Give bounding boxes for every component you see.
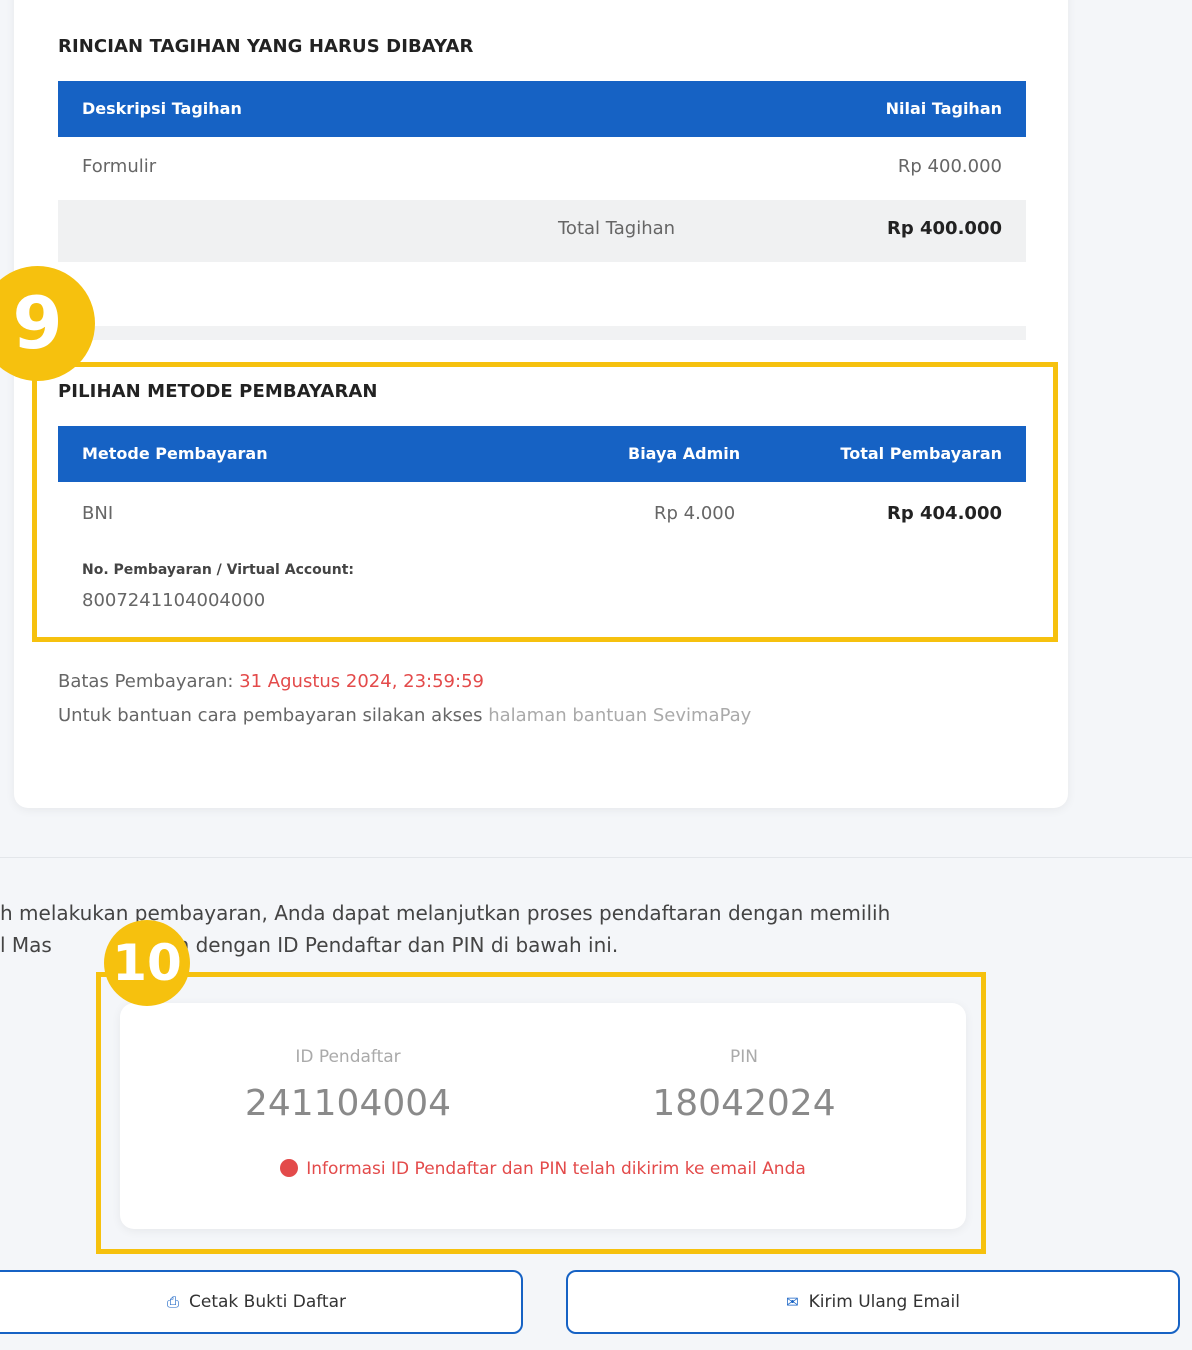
col-value: Nilai Tagihan	[885, 99, 1002, 118]
billing-total-row: Total Tagihan Rp 400.000	[58, 200, 1026, 262]
payment-help: Untuk bantuan cara pembayaran silakan ak…	[58, 705, 751, 726]
billing-table-header: Deskripsi Tagihan Nilai Tagihan	[58, 81, 1026, 137]
print-proof-button[interactable]: ⎙ Cetak Bukti Daftar	[0, 1270, 523, 1334]
envelope-icon: ✉	[786, 1293, 799, 1311]
deadline-label: Batas Pembayaran:	[58, 671, 234, 692]
billing-title: RINCIAN TAGIHAN YANG HARUS DIBAYAR	[58, 36, 474, 57]
section-divider	[58, 326, 1026, 340]
billing-item-value: Rp 400.000	[897, 156, 1002, 177]
credentials-highlight-box	[96, 972, 986, 1254]
help-link[interactable]: halaman bantuan SevimaPay	[488, 705, 751, 726]
info-line-2a: l Mas	[0, 933, 52, 957]
payment-title: PILIHAN METODE PEMBAYARAN	[58, 381, 378, 402]
payment-deadline: Batas Pembayaran: 31 Agustus 2024, 23:59…	[58, 671, 484, 692]
col-method: Metode Pembayaran	[82, 444, 268, 463]
page-divider	[0, 857, 1192, 858]
resend-email-button[interactable]: ✉ Kirim Ulang Email	[566, 1270, 1180, 1334]
payment-admin-fee: Rp 4.000	[654, 503, 736, 524]
total-label: Total Tagihan	[558, 218, 676, 239]
payment-method: BNI	[82, 503, 114, 524]
resend-button-label: Kirim Ulang Email	[808, 1292, 960, 1312]
print-button-label: Cetak Bukti Daftar	[189, 1292, 347, 1312]
deadline-value: 31 Agustus 2024, 23:59:59	[239, 671, 484, 692]
col-description: Deskripsi Tagihan	[82, 99, 242, 118]
va-label: No. Pembayaran / Virtual Account:	[82, 562, 355, 578]
info-line-2: l Mas n dengan ID Pendaftar dan PIN di b…	[0, 933, 618, 957]
va-number: 8007241104004000	[82, 590, 266, 611]
payment-table-header: Metode Pembayaran Biaya Admin Total Pemb…	[58, 426, 1026, 482]
payment-total: Rp 404.000	[887, 503, 1002, 524]
total-value: Rp 400.000	[887, 218, 1002, 239]
step-badge-10: 10	[104, 920, 190, 1006]
info-line-2b: n dengan ID Pendaftar dan PIN di bawah i…	[176, 933, 619, 957]
col-admin-fee: Biaya Admin	[628, 444, 741, 463]
col-total-payment: Total Pembayaran	[840, 444, 1002, 463]
printer-icon: ⎙	[166, 1293, 179, 1311]
billing-item-desc: Formulir	[82, 156, 157, 177]
help-text: Untuk bantuan cara pembayaran silakan ak…	[58, 705, 483, 726]
